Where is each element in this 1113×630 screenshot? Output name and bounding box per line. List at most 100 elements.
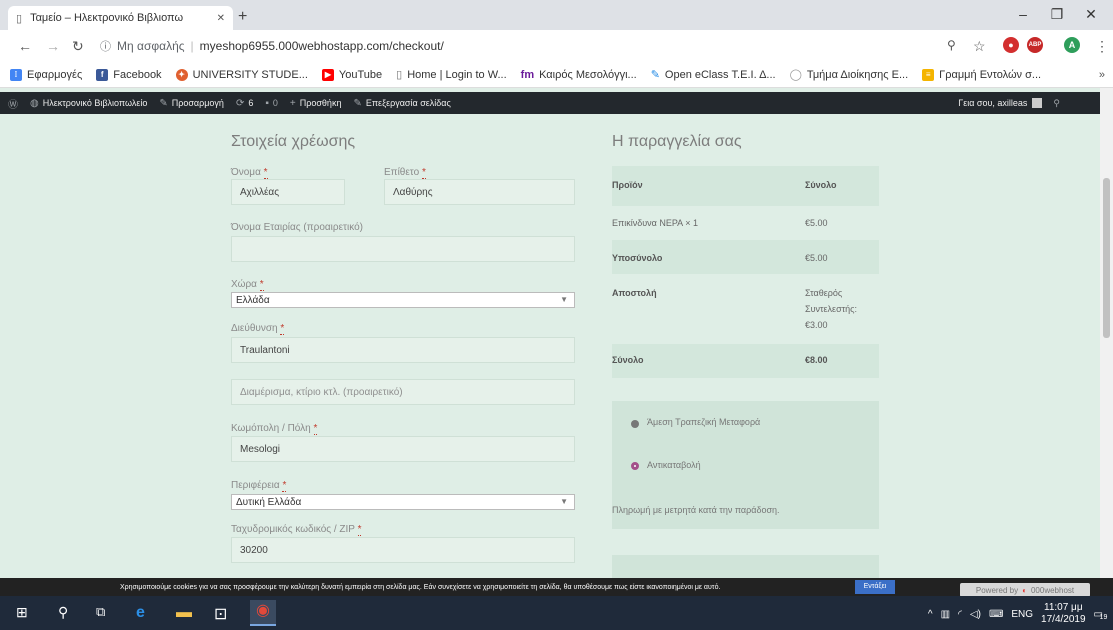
- add-new-link[interactable]: + Προσθήκη: [290, 98, 342, 109]
- page-icon: ▯: [396, 69, 403, 81]
- radio-cash-on-delivery[interactable]: [631, 462, 639, 470]
- close-window-button[interactable]: ✕: [1076, 6, 1106, 23]
- page-scrollbar[interactable]: [1100, 88, 1113, 578]
- region-label: Περιφέρεια *: [231, 480, 287, 492]
- radio-bank-transfer[interactable]: [631, 420, 639, 428]
- language-indicator[interactable]: ENG: [1011, 609, 1033, 620]
- site-name-link[interactable]: ◍ Ηλεκτρονικό Βιβλιοπωλείο: [30, 98, 147, 109]
- bookmark-youtube[interactable]: ▶ YouTube: [321, 68, 382, 81]
- abp-extension-icon[interactable]: ABP: [1027, 37, 1043, 53]
- bookmark-university[interactable]: ✦ UNIVERSITY STUDE...: [175, 68, 308, 81]
- wifi-icon[interactable]: ◜: [958, 609, 962, 620]
- customize-link[interactable]: ✎ Προσαρμογή: [159, 98, 224, 109]
- bookmark-department[interactable]: ◯ Τμήμα Διοίκησης Ε...: [789, 68, 909, 82]
- order-total-value: €8.00: [805, 355, 828, 365]
- cookie-accept-button[interactable]: Εντάξει: [855, 580, 895, 594]
- last-name-field[interactable]: Λαθύρης: [384, 179, 575, 205]
- chevron-up-icon[interactable]: ^: [928, 609, 933, 620]
- command-icon: ≡: [922, 68, 935, 81]
- company-field[interactable]: [231, 236, 575, 262]
- windows-start-icon[interactable]: ⊞: [16, 604, 28, 621]
- security-label: Μη ασφαλής: [117, 39, 185, 53]
- host-logo-icon: ◐: [1022, 585, 1027, 595]
- shipping-line-2: Συντελεστής:: [805, 304, 858, 314]
- globe-icon: ◯: [789, 69, 802, 81]
- shipping-line-1: Σταθερός: [805, 288, 843, 298]
- cookie-text: Χρησιμοποιούμε cookies για να σας προσφέ…: [120, 583, 721, 591]
- edge-icon[interactable]: e: [136, 604, 145, 622]
- back-icon[interactable]: ←: [18, 38, 32, 54]
- bookmark-home-login[interactable]: ▯ Home | Login to W...: [396, 68, 507, 82]
- zip-field[interactable]: 30200: [231, 537, 575, 563]
- task-view-icon[interactable]: ⧉: [96, 604, 105, 620]
- region-select[interactable]: Δυτική Ελλάδα ▼: [231, 494, 575, 510]
- store-icon[interactable]: ⊡: [214, 604, 227, 624]
- order-item-row: Επικίνδυνα ΝΕΡΑ × 1 €5.00: [612, 206, 879, 240]
- bookmark-star-icon[interactable]: ☆: [973, 38, 986, 55]
- chevron-down-icon: ▼: [560, 295, 568, 304]
- city-field[interactable]: Mesologi: [231, 436, 575, 462]
- order-total-row: Σύνολο €8.00: [612, 344, 879, 378]
- zoom-icon[interactable]: ⚲: [947, 38, 956, 52]
- reload-icon[interactable]: ↻: [72, 38, 84, 55]
- plus-icon: +: [289, 97, 296, 109]
- bookmark-facebook[interactable]: f Facebook: [96, 68, 162, 81]
- subtotal-value: €5.00: [805, 253, 828, 263]
- updates-link[interactable]: ⟳ 6: [236, 98, 253, 109]
- account-menu[interactable]: Γεια σου, axilleas ⚲: [958, 92, 1060, 114]
- subtotal-row: Υποσύνολο €5.00: [612, 240, 879, 274]
- menu-icon[interactable]: ⋮: [1095, 38, 1109, 55]
- scrollbar-thumb[interactable]: [1103, 178, 1110, 338]
- country-select[interactable]: Ελλάδα ▼: [231, 292, 575, 308]
- notification-icon[interactable]: ▭ 19: [1094, 609, 1108, 621]
- keyboard-icon[interactable]: ⌨: [989, 609, 1003, 620]
- zip-label: Ταχυδρομικός κωδικός / ZIP *: [231, 524, 362, 536]
- wordpress-icon[interactable]: Ⓦ: [8, 96, 18, 111]
- pencil-icon: ✎: [353, 97, 362, 109]
- bookmark-apps[interactable]: ⁞ Εφαρμογές: [10, 68, 82, 81]
- forward-icon[interactable]: →: [46, 38, 60, 54]
- file-explorer-icon[interactable]: ▬: [176, 604, 192, 622]
- chrome-icon[interactable]: ◉: [250, 600, 276, 626]
- more-bookmarks-icon[interactable]: »: [1099, 69, 1105, 81]
- subtotal-label: Υποσύνολο: [612, 253, 663, 263]
- search-icon[interactable]: ⚲: [58, 604, 68, 621]
- bookmark-eclass[interactable]: ✎ Open eClass Τ.Ε.Ι. Δ...: [650, 68, 776, 82]
- comments-link[interactable]: ▪ 0: [265, 98, 278, 109]
- tab-strip: ▯ Ταμείο – Ηλεκτρονικό Βιβλιοπω ✕ + – ❐ …: [0, 0, 1113, 30]
- bank-transfer-label[interactable]: Άμεση Τραπεζική Μεταφορά: [647, 417, 760, 427]
- bookmark-command-line[interactable]: ≡ Γραμμή Εντολών σ...: [922, 68, 1041, 81]
- volume-icon[interactable]: ◁): [970, 609, 981, 620]
- address-field[interactable]: Traulantoni: [231, 337, 575, 363]
- adblock-extension-icon[interactable]: ●: [1003, 37, 1019, 53]
- new-tab-button[interactable]: +: [238, 8, 247, 26]
- bookmark-weather[interactable]: fm Καιρός Μεσολόγγι...: [521, 69, 637, 81]
- profile-avatar[interactable]: A: [1064, 37, 1080, 53]
- network-icon[interactable]: ▥: [941, 609, 950, 620]
- edit-page-link[interactable]: ✎ Επεξεργασία σελίδας: [353, 98, 450, 109]
- first-name-field[interactable]: Αχιλλέας: [231, 179, 345, 205]
- address-bar[interactable]: ⓘ Μη ασφαλής | myeshop6955.000webhostapp…: [100, 35, 1000, 57]
- first-name-label: Όνομα *: [231, 167, 268, 179]
- company-label: Όνομα Εταιρίας (προαιρετικό): [231, 222, 363, 233]
- eclass-icon: ✎: [650, 69, 660, 81]
- maximize-button[interactable]: ❐: [1042, 6, 1072, 23]
- cash-on-delivery-label[interactable]: Αντικαταβολή: [647, 460, 701, 470]
- item-name: Επικίνδυνα ΝΕΡΑ × 1: [612, 218, 698, 228]
- last-name-label: Επίθετο *: [384, 167, 426, 179]
- clock[interactable]: 11:07 μμ 17/4/2019: [1041, 602, 1086, 626]
- taskbar: ⊞ ⚲ ⧉ e ▬ ⊡ ◉ ^ ▥ ◜ ◁) ⌨ ENG 11:07 μμ 17…: [0, 596, 1113, 630]
- shipping-label: Αποστολή: [612, 288, 657, 298]
- payment-methods: Άμεση Τραπεζική Μεταφορά Αντικαταβολή Πλ…: [612, 401, 879, 529]
- minimize-button[interactable]: –: [1008, 6, 1038, 22]
- powered-by-badge[interactable]: Powered by ◐ 000webhost: [960, 583, 1090, 597]
- info-icon[interactable]: ⓘ: [100, 38, 111, 54]
- navigation-bar: ← → ↻ ⓘ Μη ασφαλής | myeshop6955.000webh…: [0, 30, 1113, 62]
- search-icon[interactable]: ⚲: [1053, 98, 1060, 109]
- shipping-row: Αποστολή Σταθερός Συντελεστής: €3.00: [612, 274, 879, 344]
- address2-field[interactable]: Διαμέρισμα, κτίριο κτλ. (προαιρετικό): [231, 379, 575, 405]
- browser-tab[interactable]: ▯ Ταμείο – Ηλεκτρονικό Βιβλιοπω ✕: [8, 6, 233, 30]
- country-label: Χώρα *: [231, 279, 264, 291]
- payment-description: Πληρωμή με μετρητά κατά την παράδοση.: [612, 505, 780, 515]
- tab-close-icon[interactable]: ✕: [217, 13, 225, 24]
